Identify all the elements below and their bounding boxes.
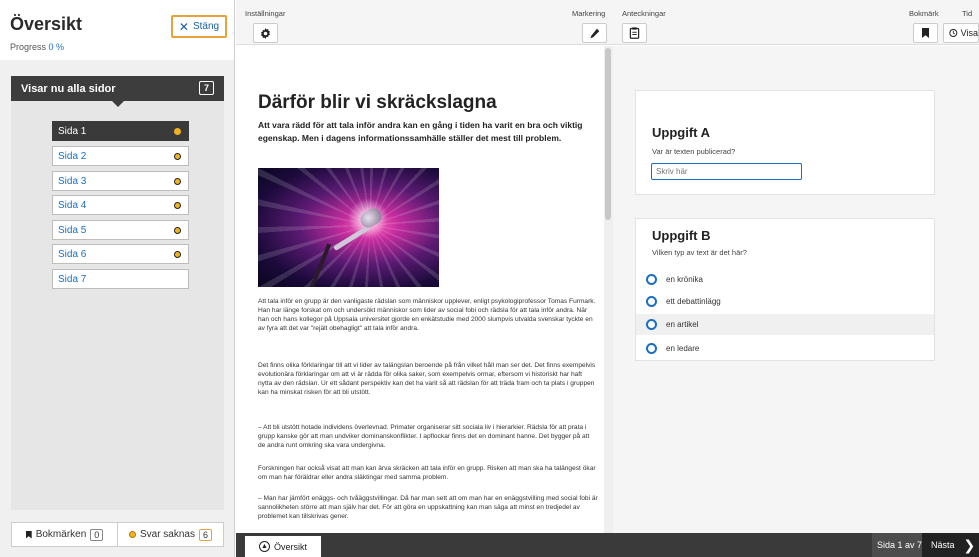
page-item-1[interactable]: Sida 1: [52, 121, 189, 141]
overview-toggle-button[interactable]: ▲ Översikt: [245, 536, 321, 557]
article-paragraph: Att tala inför en grupp är den vanligast…: [258, 298, 596, 332]
bottom-navigation-bar: ▲ Översikt Sida 1 av 7 Nästa ❯: [236, 533, 979, 557]
pencil-icon: [590, 28, 600, 38]
missing-answers-label: Svar saknas: [139, 529, 195, 540]
article-image-microphone: [258, 168, 439, 287]
sidebar-title: Översikt: [10, 14, 83, 34]
page-item-7[interactable]: Sida 7: [52, 269, 189, 289]
bookmark-label: Bokmärk: [909, 9, 939, 18]
unanswered-dot-icon: [174, 227, 181, 234]
article-paragraph: – Man har jämfört enäggs- och tvåäggstvi…: [258, 495, 598, 520]
page-filter-arrow: [112, 101, 124, 107]
question-b-option-1[interactable]: en krönika: [636, 269, 934, 290]
close-label: Stäng: [192, 21, 220, 32]
page-item-label: Sida 1: [58, 125, 87, 137]
unanswered-dot-icon: [174, 153, 181, 160]
bookmarks-count: 0: [90, 528, 104, 541]
article-paragraph: Forskningen har också visat att man kan …: [258, 465, 596, 481]
sidebar-footer: Bokmärken 0 Svar saknas 6: [11, 522, 224, 547]
questions-pane: Uppgift A Var är texten publicerad? Uppg…: [613, 46, 979, 533]
arrow-up-circle-icon: ▲: [258, 541, 270, 552]
article-pane: Därför blir vi skräckslagna Att vara räd…: [236, 46, 613, 533]
missing-answers-count: 6: [199, 528, 213, 541]
question-a-answer-input[interactable]: [651, 163, 802, 180]
unanswered-dot-icon: [128, 531, 136, 538]
question-b-option-4[interactable]: en ledare: [636, 338, 934, 359]
page-item-2[interactable]: Sida 2: [52, 146, 189, 166]
page-item-6[interactable]: Sida 6: [52, 244, 189, 264]
article-paragraph: Det finns olika förklaringar till att vi…: [258, 362, 596, 396]
notepad-icon: [629, 27, 640, 39]
bookmark-icon: [922, 28, 929, 38]
question-b-prompt: Vilken typ av text är det här?: [652, 248, 747, 257]
progress-value: 0 %: [48, 42, 65, 52]
page-item-5[interactable]: Sida 5: [52, 220, 189, 240]
sidebar-header: Översikt Progress 0 % ✕ Stäng: [0, 0, 234, 60]
page-item-label: Sida 2: [58, 150, 87, 162]
settings-button[interactable]: [253, 23, 278, 43]
overview-toggle-label: Översikt: [273, 541, 307, 552]
page-item-4[interactable]: Sida 4: [52, 195, 189, 215]
question-a-title: Uppgift A: [652, 125, 710, 140]
page-filter-label: Visar nu alla sidor: [21, 82, 116, 95]
gear-icon: [260, 27, 271, 39]
time-label: Tid: [962, 9, 973, 18]
progress-label: Progress: [10, 42, 47, 52]
clock-icon: [949, 29, 958, 37]
page-item-label: Sida 5: [58, 224, 87, 236]
article-title: Därför blir vi skräckslagna: [258, 92, 497, 113]
top-toolbar: Inställningar Markering Anteckningar Bok…: [236, 0, 979, 45]
page-indicator: Sida 1 av 7: [872, 533, 928, 557]
option-label: en artikel: [666, 320, 699, 329]
page-item-label: Sida 6: [58, 248, 87, 260]
unanswered-dot-icon: [174, 202, 181, 209]
close-icon: ✕: [178, 19, 189, 34]
bookmarks-filter-button[interactable]: Bokmärken 0: [12, 523, 117, 546]
page-list-panel: Visar nu alla sidor 7 Sida 1 Sida 2 Sida…: [11, 76, 224, 510]
notes-label: Anteckningar: [622, 9, 666, 18]
settings-label: Inställningar: [245, 9, 286, 18]
next-page-button[interactable]: Nästa ❯: [922, 533, 979, 557]
unanswered-dot-icon: [174, 178, 181, 185]
article-paragraph: – Att bli utstött hotade individens över…: [258, 424, 590, 449]
article-scrollbar-thumb[interactable]: [605, 48, 611, 220]
page-filter-header[interactable]: Visar nu alla sidor 7: [11, 76, 224, 101]
show-time-button[interactable]: Visa: [943, 23, 979, 43]
option-label: en krönika: [666, 275, 703, 284]
page-item-3[interactable]: Sida 3: [52, 171, 189, 191]
progress-text: Progress 0 %: [10, 42, 64, 52]
question-b-option-3[interactable]: en artikel: [636, 314, 934, 335]
radio-button[interactable]: [646, 343, 657, 354]
page-item-label: Sida 7: [58, 273, 87, 285]
unanswered-dot-icon: [174, 128, 181, 135]
marking-label: Markering: [572, 9, 606, 18]
missing-answers-filter-button[interactable]: Svar saknas 6: [117, 523, 223, 546]
marking-button[interactable]: [582, 23, 607, 43]
option-label: ett debattinlägg: [666, 297, 721, 306]
option-label: en ledare: [666, 344, 700, 353]
bookmarks-label: Bokmärken: [35, 529, 87, 540]
question-b-title: Uppgift B: [652, 228, 711, 243]
radio-button[interactable]: [646, 296, 657, 307]
question-a-prompt: Var är texten publicerad?: [652, 147, 736, 156]
next-page-label: Nästa: [931, 540, 955, 550]
question-b-option-2[interactable]: ett debattinlägg: [636, 291, 934, 312]
radio-button[interactable]: [646, 274, 657, 285]
unanswered-dot-icon: [174, 251, 181, 258]
close-button[interactable]: ✕ Stäng: [171, 15, 227, 38]
page-item-label: Sida 4: [58, 199, 87, 211]
show-time-label: Visa: [960, 28, 978, 38]
radio-button[interactable]: [646, 319, 657, 330]
overview-sidebar: Översikt Progress 0 % ✕ Stäng Visar nu a…: [0, 0, 235, 557]
notes-button[interactable]: [622, 23, 647, 43]
bookmark-icon: [25, 530, 32, 539]
article-lead: Att vara rädd för att tala inför andra k…: [258, 120, 583, 143]
bookmark-page-button[interactable]: [913, 23, 938, 43]
chevron-right-icon: ❯: [963, 536, 976, 553]
page-count-badge: 7: [199, 81, 214, 95]
question-card-b: Uppgift B Vilken typ av text är det här?…: [635, 218, 935, 361]
page-item-label: Sida 3: [58, 175, 87, 187]
